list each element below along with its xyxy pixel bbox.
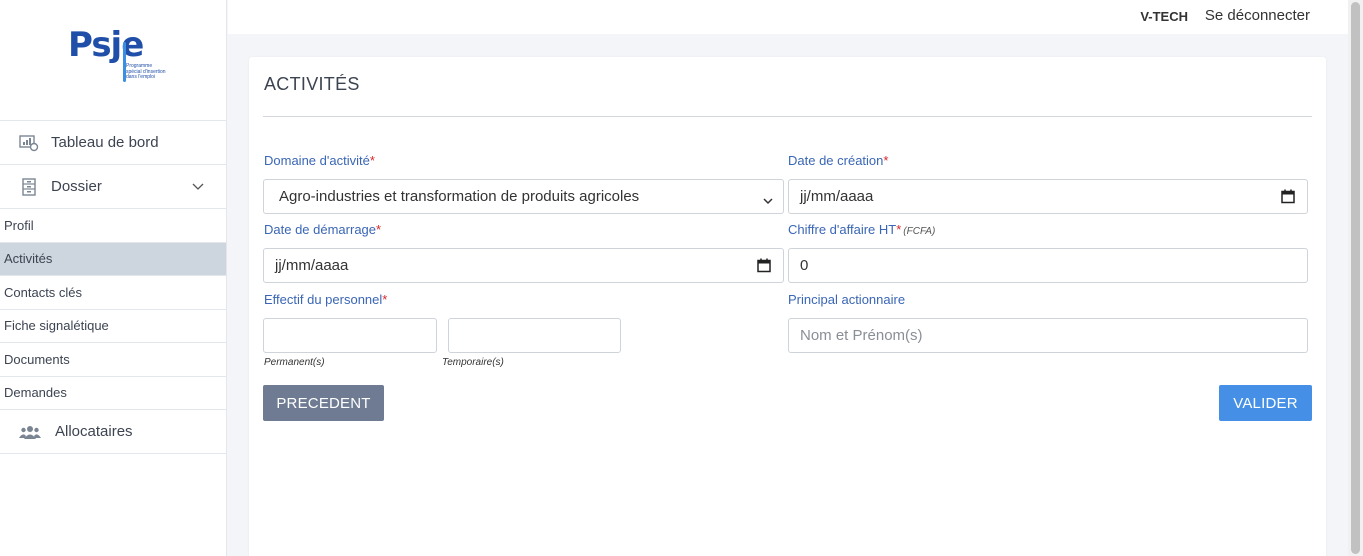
required-mark: *	[376, 222, 382, 237]
logo-text: Psje	[68, 25, 144, 65]
sidebar-item-label: Allocataires	[55, 423, 133, 440]
top-bar: V-TECH Se déconnecter	[228, 0, 1348, 34]
effectif-label: Effectif du personnel*	[264, 292, 387, 307]
scrollbar[interactable]	[1348, 0, 1363, 556]
logo-area: Psje Programme spécial d'insertion dans …	[0, 0, 226, 121]
sidebar-subitem-demandes[interactable]: Demandes	[0, 377, 226, 410]
required-mark: *	[896, 222, 902, 237]
sidebar-subitem-contacts-cles[interactable]: Contacts clés	[0, 276, 226, 310]
permanent-hint: Permanent(s)	[264, 357, 325, 368]
actionnaire-placeholder: Nom et Prénom(s)	[800, 327, 923, 344]
chiffre-value: 0	[800, 257, 809, 274]
currency-unit: (FCFA)	[903, 226, 936, 237]
date-demarrage-label: Date de démarrage*	[264, 222, 381, 237]
effectif-permanent-input[interactable]	[263, 318, 437, 353]
sidebar-item-dossier[interactable]: Dossier	[0, 165, 226, 209]
divider	[263, 116, 1312, 117]
dashboard-icon	[19, 134, 39, 152]
date-demarrage-label-text: Date de démarrage	[264, 222, 377, 237]
sidebar-item-label: Tableau de bord	[51, 134, 159, 151]
logout-link[interactable]: Se déconnecter	[1205, 7, 1310, 24]
user-name[interactable]: V-TECH	[1140, 9, 1188, 24]
date-demarrage-value: jj/mm/aaaa	[275, 257, 349, 274]
domaine-select[interactable]: Agro-industries et transformation de pro…	[263, 179, 784, 214]
chiffre-label-text: Chiffre d'affaire HT	[788, 222, 897, 237]
sidebar-item-label: Dossier	[51, 178, 102, 195]
date-demarrage-input[interactable]: jj/mm/aaaa	[263, 248, 784, 283]
domaine-select-value: Agro-industries et transformation de pro…	[279, 188, 640, 205]
date-creation-label: Date de création*	[788, 153, 888, 168]
actionnaire-label-text: Principal actionnaire	[788, 292, 906, 307]
sidebar-item-allocataires[interactable]: Allocataires	[0, 410, 226, 454]
sidebar-subitem-documents[interactable]: Documents	[0, 343, 226, 377]
chevron-down-icon[interactable]	[192, 178, 204, 196]
date-creation-value: jj/mm/aaaa	[800, 188, 874, 205]
valider-button[interactable]: VALIDER	[1219, 385, 1312, 421]
domaine-label-text: Domaine d'activité	[264, 153, 370, 168]
chiffre-input[interactable]: 0	[788, 248, 1308, 283]
activites-card: ACTIVITÉS Domaine d'activité* Agro-indus…	[249, 57, 1326, 556]
calendar-icon[interactable]	[757, 258, 771, 277]
sidebar-subitem-activites[interactable]: Activités	[0, 242, 226, 276]
users-icon	[19, 423, 41, 441]
required-mark: *	[369, 153, 375, 168]
chiffre-label: Chiffre d'affaire HT* (FCFA)	[788, 222, 935, 237]
date-creation-input[interactable]: jj/mm/aaaa	[788, 179, 1308, 214]
sidebar-subitem-profil[interactable]: Profil	[0, 209, 226, 243]
temporaire-hint: Temporaire(s)	[442, 357, 504, 368]
scrollbar-thumb[interactable]	[1351, 2, 1360, 554]
sidebar: Psje Programme spécial d'insertion dans …	[0, 0, 227, 556]
page-title: ACTIVITÉS	[264, 74, 360, 94]
actionnaire-label: Principal actionnaire	[788, 292, 905, 307]
effectif-temporaire-input[interactable]	[448, 318, 621, 353]
required-mark: *	[382, 292, 388, 307]
domaine-label: Domaine d'activité*	[264, 153, 375, 168]
sidebar-item-tableau-de-bord[interactable]: Tableau de bord	[0, 121, 226, 165]
logo-tagline: Programme spécial d'insertion dans l'emp…	[126, 63, 166, 80]
date-creation-label-text: Date de création	[788, 153, 884, 168]
calendar-icon[interactable]	[1281, 189, 1295, 208]
folder-cabinet-icon	[19, 177, 39, 196]
sidebar-subitem-fiche-signaletique[interactable]: Fiche signalétique	[0, 310, 226, 343]
required-mark: *	[883, 153, 889, 168]
actionnaire-input[interactable]: Nom et Prénom(s)	[788, 318, 1308, 353]
chevron-down-icon	[763, 192, 773, 209]
precedent-button[interactable]: PRECEDENT	[263, 385, 384, 421]
psje-logo[interactable]: Psje Programme spécial d'insertion dans …	[68, 25, 166, 88]
effectif-label-text: Effectif du personnel	[264, 292, 383, 307]
